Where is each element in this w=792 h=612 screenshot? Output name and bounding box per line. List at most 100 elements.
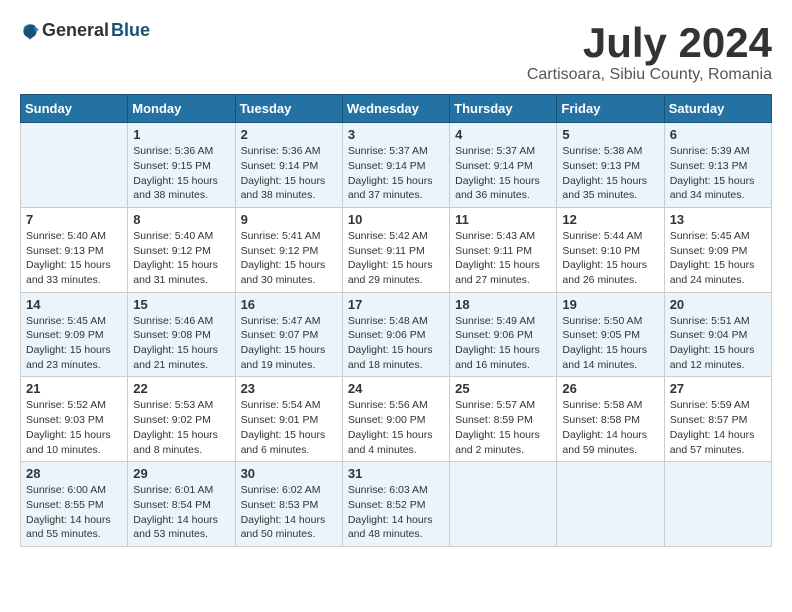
daylight-text: Daylight: 15 hours and 31 minutes. xyxy=(133,259,218,286)
calendar-day-cell xyxy=(450,462,557,547)
calendar-day-cell: 14 Sunrise: 5:45 AM Sunset: 9:09 PM Dayl… xyxy=(21,292,128,377)
sunset-text: Sunset: 9:08 PM xyxy=(133,329,211,341)
header-sunday: Sunday xyxy=(21,95,128,123)
sunrise-text: Sunrise: 5:51 AM xyxy=(670,315,750,327)
location-subtitle: Cartisoara, Sibiu County, Romania xyxy=(527,66,772,84)
day-info: Sunrise: 5:37 AM Sunset: 9:14 PM Dayligh… xyxy=(455,144,551,203)
day-info: Sunrise: 5:40 AM Sunset: 9:13 PM Dayligh… xyxy=(26,229,122,288)
sunset-text: Sunset: 9:12 PM xyxy=(133,245,211,257)
header-saturday: Saturday xyxy=(664,95,771,123)
day-number: 3 xyxy=(348,127,444,142)
sunrise-text: Sunrise: 5:40 AM xyxy=(26,230,106,242)
calendar-day-cell: 23 Sunrise: 5:54 AM Sunset: 9:01 PM Dayl… xyxy=(235,377,342,462)
daylight-text: Daylight: 15 hours and 6 minutes. xyxy=(241,429,326,456)
calendar-week-row: 28 Sunrise: 6:00 AM Sunset: 8:55 PM Dayl… xyxy=(21,462,772,547)
calendar-day-cell xyxy=(664,462,771,547)
daylight-text: Daylight: 15 hours and 30 minutes. xyxy=(241,259,326,286)
sunrise-text: Sunrise: 5:41 AM xyxy=(241,230,321,242)
sunrise-text: Sunrise: 5:58 AM xyxy=(562,399,642,411)
sunset-text: Sunset: 9:13 PM xyxy=(26,245,104,257)
day-number: 20 xyxy=(670,297,766,312)
day-number: 15 xyxy=(133,297,229,312)
daylight-text: Daylight: 15 hours and 38 minutes. xyxy=(241,175,326,202)
calendar-day-cell: 6 Sunrise: 5:39 AM Sunset: 9:13 PM Dayli… xyxy=(664,123,771,208)
day-number: 9 xyxy=(241,212,337,227)
calendar-day-cell: 28 Sunrise: 6:00 AM Sunset: 8:55 PM Dayl… xyxy=(21,462,128,547)
sunset-text: Sunset: 9:10 PM xyxy=(562,245,640,257)
sunrise-text: Sunrise: 6:00 AM xyxy=(26,484,106,496)
daylight-text: Daylight: 15 hours and 4 minutes. xyxy=(348,429,433,456)
sunrise-text: Sunrise: 5:54 AM xyxy=(241,399,321,411)
logo: General Blue xyxy=(20,20,150,41)
sunset-text: Sunset: 9:13 PM xyxy=(670,160,748,172)
calendar-day-cell: 4 Sunrise: 5:37 AM Sunset: 9:14 PM Dayli… xyxy=(450,123,557,208)
sunrise-text: Sunrise: 5:50 AM xyxy=(562,315,642,327)
sunrise-text: Sunrise: 5:59 AM xyxy=(670,399,750,411)
header-row: Sunday Monday Tuesday Wednesday Thursday… xyxy=(21,95,772,123)
header-tuesday: Tuesday xyxy=(235,95,342,123)
calendar-day-cell: 19 Sunrise: 5:50 AM Sunset: 9:05 PM Dayl… xyxy=(557,292,664,377)
logo-icon xyxy=(20,21,40,41)
day-info: Sunrise: 5:54 AM Sunset: 9:01 PM Dayligh… xyxy=(241,398,337,457)
day-info: Sunrise: 5:38 AM Sunset: 9:13 PM Dayligh… xyxy=(562,144,658,203)
sunrise-text: Sunrise: 5:45 AM xyxy=(26,315,106,327)
sunset-text: Sunset: 8:52 PM xyxy=(348,499,426,511)
daylight-text: Daylight: 15 hours and 27 minutes. xyxy=(455,259,540,286)
sunset-text: Sunset: 8:59 PM xyxy=(455,414,533,426)
day-number: 4 xyxy=(455,127,551,142)
calendar-day-cell: 8 Sunrise: 5:40 AM Sunset: 9:12 PM Dayli… xyxy=(128,207,235,292)
sunrise-text: Sunrise: 6:03 AM xyxy=(348,484,428,496)
daylight-text: Daylight: 15 hours and 19 minutes. xyxy=(241,344,326,371)
sunrise-text: Sunrise: 5:43 AM xyxy=(455,230,535,242)
daylight-text: Daylight: 15 hours and 21 minutes. xyxy=(133,344,218,371)
day-number: 2 xyxy=(241,127,337,142)
day-number: 27 xyxy=(670,381,766,396)
calendar-day-cell: 13 Sunrise: 5:45 AM Sunset: 9:09 PM Dayl… xyxy=(664,207,771,292)
sunset-text: Sunset: 9:15 PM xyxy=(133,160,211,172)
sunset-text: Sunset: 9:11 PM xyxy=(455,245,532,257)
sunset-text: Sunset: 9:09 PM xyxy=(670,245,748,257)
calendar-day-cell: 30 Sunrise: 6:02 AM Sunset: 8:53 PM Dayl… xyxy=(235,462,342,547)
day-number: 1 xyxy=(133,127,229,142)
calendar-day-cell: 1 Sunrise: 5:36 AM Sunset: 9:15 PM Dayli… xyxy=(128,123,235,208)
day-number: 5 xyxy=(562,127,658,142)
calendar-day-cell: 25 Sunrise: 5:57 AM Sunset: 8:59 PM Dayl… xyxy=(450,377,557,462)
day-number: 8 xyxy=(133,212,229,227)
daylight-text: Daylight: 15 hours and 34 minutes. xyxy=(670,175,755,202)
day-info: Sunrise: 6:02 AM Sunset: 8:53 PM Dayligh… xyxy=(241,483,337,542)
daylight-text: Daylight: 15 hours and 23 minutes. xyxy=(26,344,111,371)
calendar-day-cell: 26 Sunrise: 5:58 AM Sunset: 8:58 PM Dayl… xyxy=(557,377,664,462)
day-number: 12 xyxy=(562,212,658,227)
calendar-day-cell xyxy=(21,123,128,208)
sunrise-text: Sunrise: 5:49 AM xyxy=(455,315,535,327)
day-number: 6 xyxy=(670,127,766,142)
day-info: Sunrise: 5:46 AM Sunset: 9:08 PM Dayligh… xyxy=(133,314,229,373)
calendar-day-cell: 31 Sunrise: 6:03 AM Sunset: 8:52 PM Dayl… xyxy=(342,462,449,547)
day-info: Sunrise: 5:50 AM Sunset: 9:05 PM Dayligh… xyxy=(562,314,658,373)
calendar-day-cell xyxy=(557,462,664,547)
daylight-text: Daylight: 14 hours and 59 minutes. xyxy=(562,429,647,456)
day-number: 24 xyxy=(348,381,444,396)
day-info: Sunrise: 5:49 AM Sunset: 9:06 PM Dayligh… xyxy=(455,314,551,373)
daylight-text: Daylight: 14 hours and 53 minutes. xyxy=(133,514,218,541)
calendar-day-cell: 24 Sunrise: 5:56 AM Sunset: 9:00 PM Dayl… xyxy=(342,377,449,462)
calendar-header: Sunday Monday Tuesday Wednesday Thursday… xyxy=(21,95,772,123)
calendar-day-cell: 11 Sunrise: 5:43 AM Sunset: 9:11 PM Dayl… xyxy=(450,207,557,292)
sunset-text: Sunset: 8:58 PM xyxy=(562,414,640,426)
day-info: Sunrise: 5:37 AM Sunset: 9:14 PM Dayligh… xyxy=(348,144,444,203)
sunset-text: Sunset: 9:04 PM xyxy=(670,329,748,341)
day-info: Sunrise: 5:41 AM Sunset: 9:12 PM Dayligh… xyxy=(241,229,337,288)
day-number: 14 xyxy=(26,297,122,312)
day-number: 10 xyxy=(348,212,444,227)
day-number: 13 xyxy=(670,212,766,227)
day-info: Sunrise: 5:48 AM Sunset: 9:06 PM Dayligh… xyxy=(348,314,444,373)
daylight-text: Daylight: 14 hours and 55 minutes. xyxy=(26,514,111,541)
sunset-text: Sunset: 9:12 PM xyxy=(241,245,319,257)
day-number: 31 xyxy=(348,466,444,481)
sunset-text: Sunset: 9:13 PM xyxy=(562,160,640,172)
calendar-day-cell: 17 Sunrise: 5:48 AM Sunset: 9:06 PM Dayl… xyxy=(342,292,449,377)
sunset-text: Sunset: 9:05 PM xyxy=(562,329,640,341)
daylight-text: Daylight: 15 hours and 36 minutes. xyxy=(455,175,540,202)
calendar-week-row: 21 Sunrise: 5:52 AM Sunset: 9:03 PM Dayl… xyxy=(21,377,772,462)
day-info: Sunrise: 5:36 AM Sunset: 9:15 PM Dayligh… xyxy=(133,144,229,203)
